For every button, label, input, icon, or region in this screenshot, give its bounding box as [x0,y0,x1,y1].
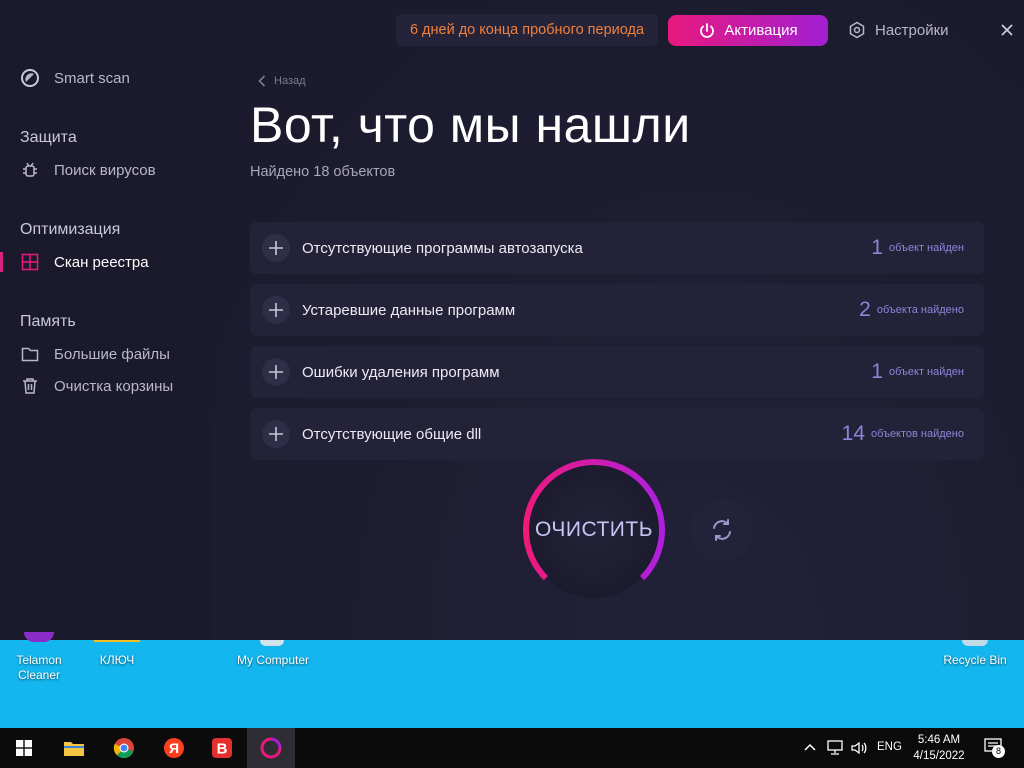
telamon-cleaner-icon [260,737,282,759]
sidebar-item-label: Поиск вирусов [54,161,156,179]
taskbar: Я B ENG 5:46 AM 4/15/2022 8 [0,728,1024,768]
expand-button[interactable] [262,420,290,448]
result-count: 2 [859,298,871,321]
close-button[interactable] [998,21,1016,39]
sidebar-item-registry-scan[interactable]: Скан реестра [20,252,149,272]
activate-button[interactable]: Активация [668,15,828,46]
clock-time: 5:46 AM [917,734,961,746]
sidebar-item-trash-cleanup[interactable]: Очистка корзины [20,376,173,396]
registry-icon [20,252,40,272]
folder-icon [20,344,40,364]
notification-button[interactable]: 8 [984,738,1006,758]
volume-icon[interactable] [850,740,868,756]
computer-icon [260,640,284,646]
sidebar-item-label: Скан реестра [54,253,149,271]
section-protection: Защита [20,129,77,146]
b-browser-icon: B [212,738,232,758]
result-count-text: объект найден [888,242,964,254]
active-item-marker [0,252,3,272]
settings-label: Настройки [875,21,949,39]
sidebar-item-virus-scan[interactable]: Поиск вирусов [20,160,156,180]
language-indicator[interactable]: ENG [877,741,902,753]
result-count: 14 [841,422,866,445]
desktop-icon-telamon-cleaner[interactable]: Telamon Cleaner [10,632,68,683]
bug-icon [20,160,40,180]
plus-icon [269,303,283,317]
taskbar-telamon-cleaner[interactable] [247,728,295,768]
smart-scan-icon [20,68,40,88]
page-title: Вот, что мы нашли [250,97,691,153]
desktop-icon-label: Telamon Cleaner [16,653,62,682]
desktop-icon-recycle-bin[interactable]: Recycle Bin [940,640,1010,668]
sidebar: Smart scan Защита Поиск вирусов Оптимиза… [0,0,210,640]
expand-button[interactable] [262,358,290,386]
svg-text:Я: Я [169,740,179,756]
expand-button[interactable] [262,296,290,324]
plus-icon [269,365,283,379]
section-optimization: Оптимизация [20,221,121,238]
result-count: 1 [871,236,883,259]
notification-badge: 8 [992,745,1005,758]
result-row[interactable]: Ошибки удаления программ 1 объект найден [250,346,984,398]
taskbar-browser-b[interactable]: B [198,728,246,768]
chevron-left-icon [258,75,266,87]
recycle-bin-icon [962,640,988,646]
telamon-cleaner-window: Smart scan Защита Поиск вирусов Оптимиза… [0,0,1024,640]
back-label: Назад [274,75,306,87]
plus-icon [269,241,283,255]
activate-label: Активация [724,22,798,39]
sidebar-item-large-files[interactable]: Большие файлы [20,344,170,364]
section-memory: Память [20,313,76,330]
windows-icon [16,740,32,756]
sidebar-item-label: Очистка корзины [54,377,174,395]
network-icon[interactable] [826,740,844,756]
clock[interactable]: 5:46 AM 4/15/2022 [908,732,970,764]
result-count: 1 [871,360,883,383]
result-count-text: объектов найдено [871,428,964,440]
settings-button[interactable]: Настройки [848,21,949,39]
gear-icon [848,21,866,39]
result-label: Устаревшие данные программ [302,301,516,319]
result-label: Отсутствующие общие dll [302,425,482,443]
sidebar-item-smart-scan[interactable]: Smart scan [20,68,130,88]
back-link[interactable]: Назад [258,75,306,87]
result-count-text: объекта найдено [876,304,964,316]
clock-date: 4/15/2022 [913,750,965,762]
desktop-icon-label: КЛЮЧ [99,653,135,667]
result-row[interactable]: Устаревшие данные программ 2 объекта най… [250,284,984,336]
file-explorer-icon [64,742,84,756]
yandex-icon: Я [164,738,184,758]
taskbar-yandex[interactable]: Я [150,728,198,768]
taskbar-file-explorer[interactable] [50,728,98,768]
expand-button[interactable] [262,234,290,262]
rescan-button[interactable] [690,498,754,562]
power-icon [698,22,716,40]
start-button[interactable] [0,728,48,768]
result-row[interactable]: Отсутствующие программы автозапуска 1 об… [250,222,984,274]
folder-icon [94,640,140,642]
result-count-text: объект найден [888,366,964,378]
plus-icon [269,427,283,441]
taskbar-chrome[interactable] [100,728,148,768]
sidebar-item-label: Большие файлы [54,345,170,363]
trash-icon [20,376,40,396]
sidebar-item-label: Smart scan [54,69,130,87]
clean-label: ОЧИСТИТЬ [535,518,653,541]
chrome-icon [113,738,134,759]
result-label: Отсутствующие программы автозапуска [302,239,583,257]
trial-banner: 6 дней до конца пробного периода [396,14,658,46]
close-icon [1001,24,1013,36]
result-label: Ошибки удаления программ [302,363,500,381]
refresh-icon [713,519,731,541]
desktop-icon-key[interactable]: КЛЮЧ [88,640,146,668]
results-summary: Найдено 18 объектов [250,164,396,180]
chevron-up-icon[interactable] [804,742,816,752]
svg-text:B: B [217,741,228,758]
desktop-icon-my-computer[interactable]: My Computer [234,640,312,668]
